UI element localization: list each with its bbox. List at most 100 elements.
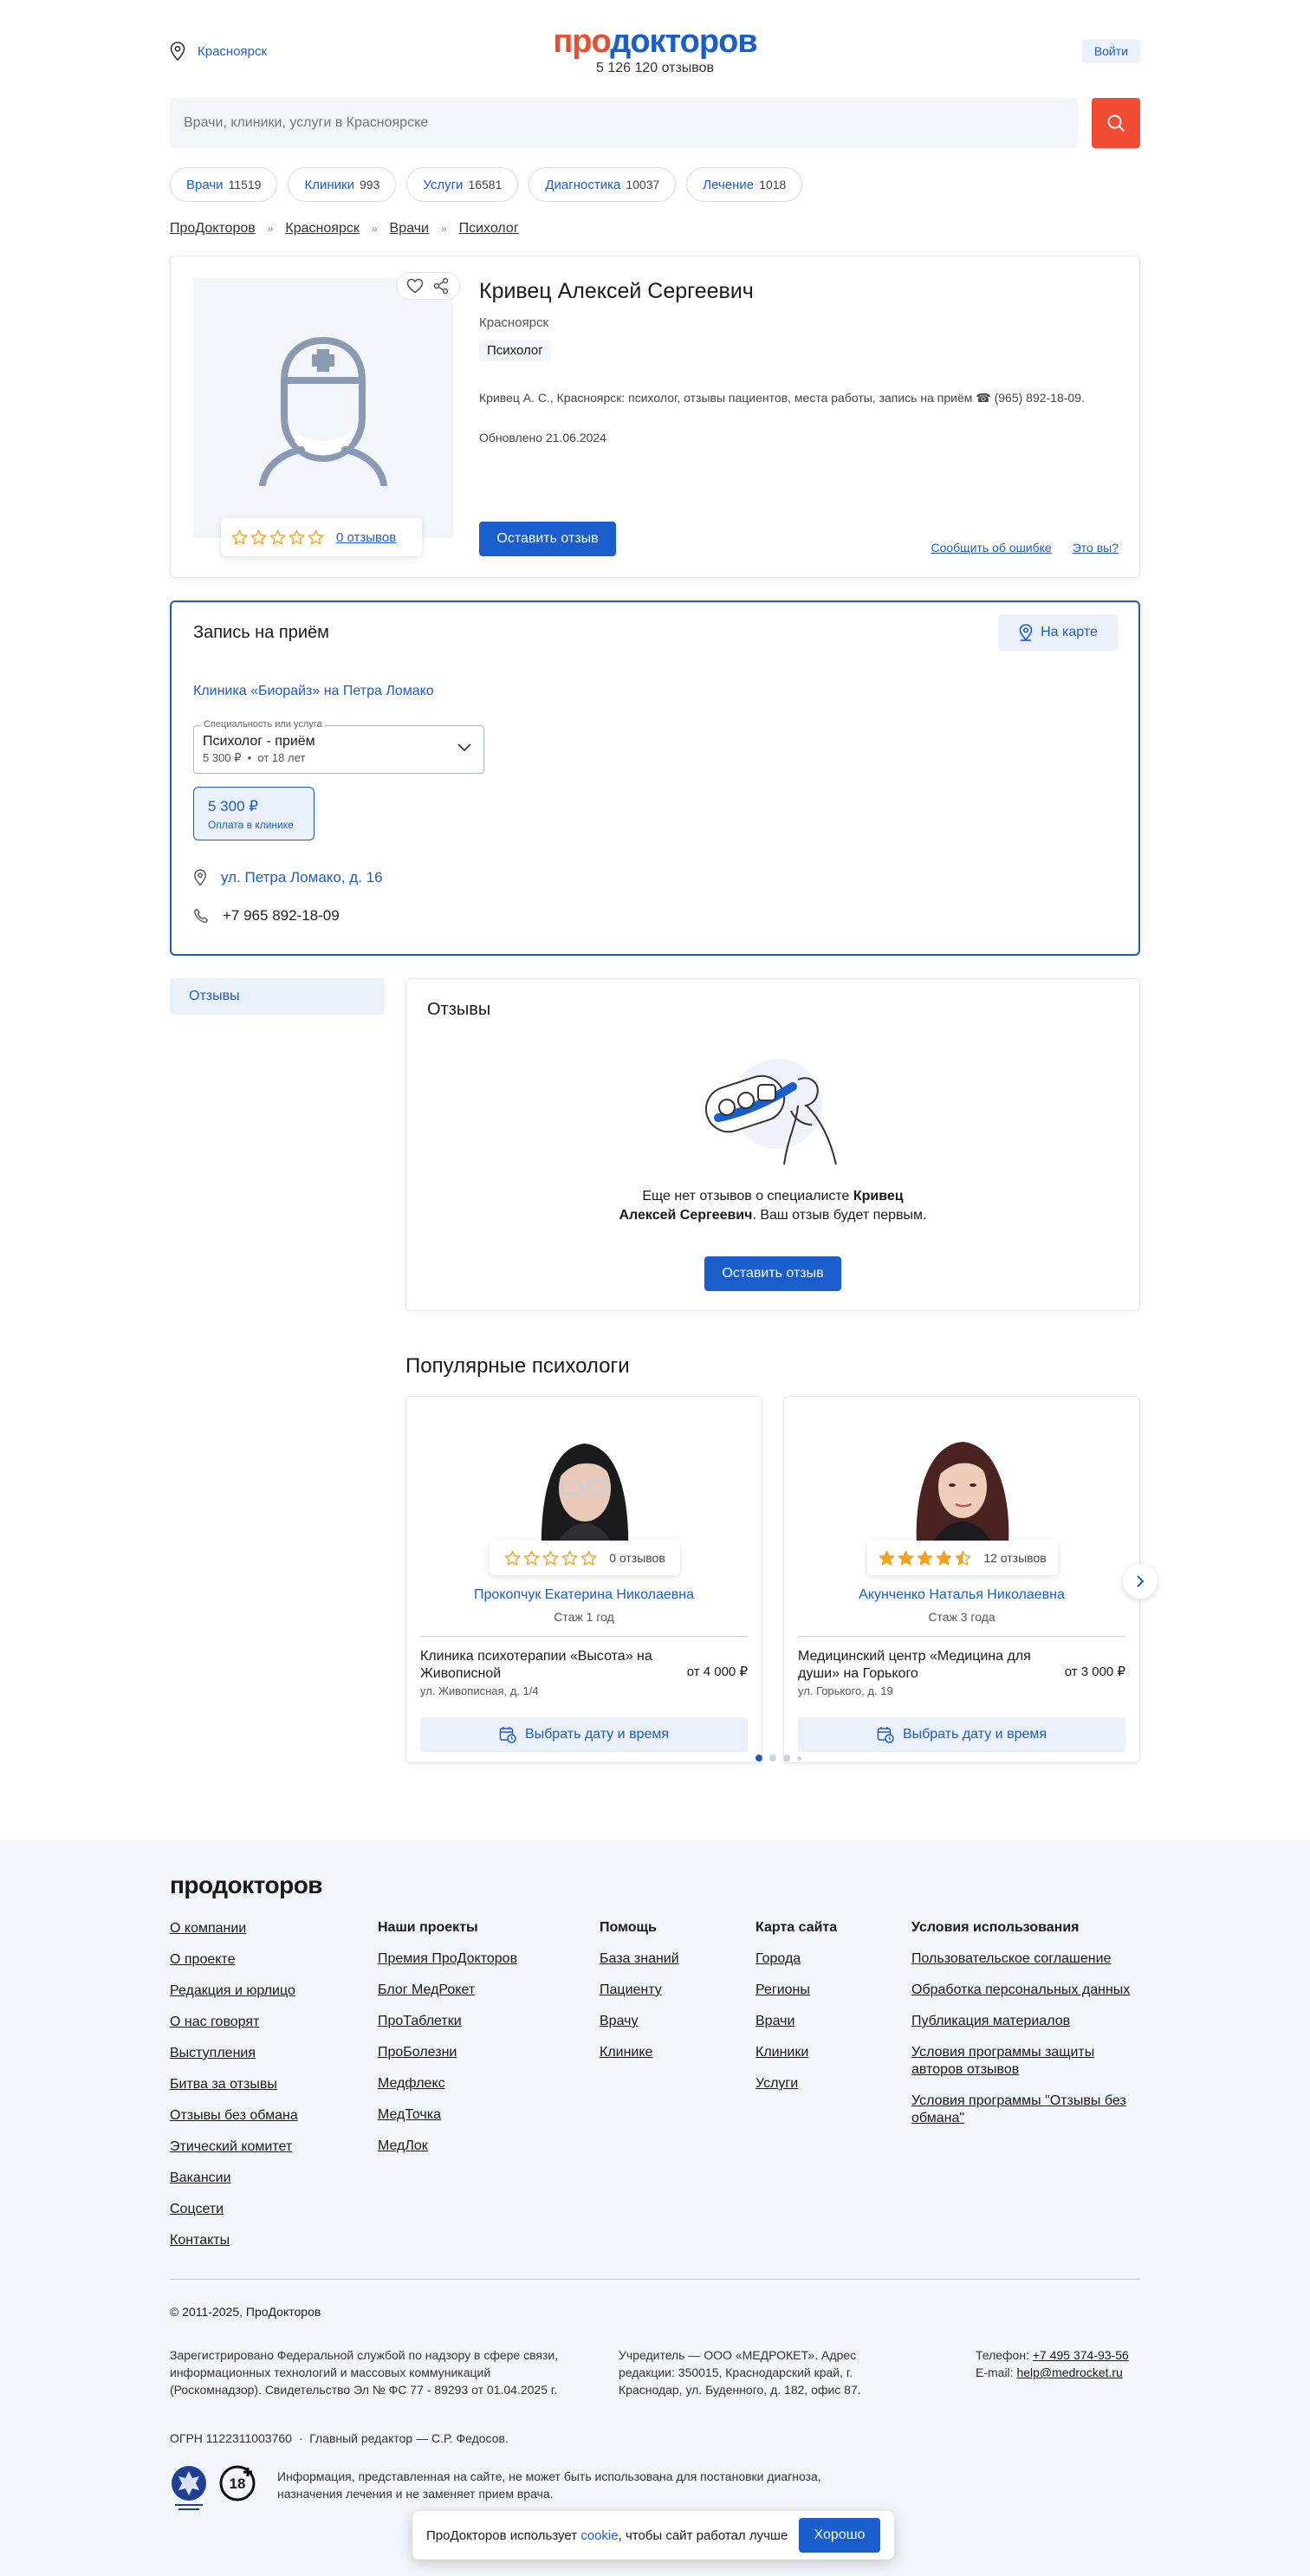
footer-phone-link[interactable]: +7 495 374-93-56 xyxy=(1033,2348,1129,2362)
carousel-dots xyxy=(756,1755,801,1762)
leave-review-button[interactable]: Оставить отзыв xyxy=(704,1256,841,1291)
logo-rest: докторов xyxy=(610,23,757,60)
search-input[interactable] xyxy=(170,98,1078,148)
map-button[interactable]: На карте xyxy=(998,614,1118,651)
footer-link[interactable]: Отзывы без обмана xyxy=(170,2107,298,2125)
heart-icon[interactable] xyxy=(406,278,424,294)
breadcrumb-item[interactable]: Врачи xyxy=(390,221,429,237)
choose-date-button[interactable]: Выбрать дату и время xyxy=(420,1717,748,1752)
footer-link[interactable]: Врачу xyxy=(600,2013,679,2030)
price-option[interactable]: 5 300 ₽ Оплата в клинике xyxy=(193,787,315,840)
reviews-title: Отзывы xyxy=(427,1000,491,1019)
chip-doctors[interactable]: Врачи 11519 xyxy=(170,167,278,202)
footer-link[interactable]: Услуги xyxy=(756,2075,837,2093)
city-selector[interactable]: Красноярск xyxy=(170,42,267,61)
reviews-section: Отзывы Отзывы Еще нет отзывов о специали… xyxy=(170,978,1158,1775)
star-icon xyxy=(289,529,305,545)
footer-link[interactable]: О компании xyxy=(170,1920,298,1937)
footer-link[interactable]: МедЛок xyxy=(378,2138,517,2155)
sidebar-item-reviews[interactable]: Отзывы xyxy=(170,978,385,1015)
chip-count: 16581 xyxy=(468,178,503,191)
footer-link[interactable]: База знаний xyxy=(600,1950,679,1968)
star-icon xyxy=(250,529,267,545)
footer-link[interactable]: Клинике xyxy=(600,2044,679,2061)
choose-date-button[interactable]: Выбрать дату и время xyxy=(798,1717,1125,1752)
footer-link[interactable]: Условия программы защиты авторов отзывов xyxy=(911,2044,1140,2079)
map-pin-icon xyxy=(1019,624,1033,641)
footer-link[interactable]: Города xyxy=(756,1950,837,1968)
chip-services[interactable]: Услуги 16581 xyxy=(406,167,519,202)
carousel-dot[interactable] xyxy=(769,1755,776,1762)
footer-link[interactable]: Врачи xyxy=(756,2013,837,2030)
footer-link[interactable]: О нас говорят xyxy=(170,2014,298,2031)
select-price: 5 300 ₽ xyxy=(203,751,242,764)
clinic-link[interactable]: Клиника «Биорайз» на Петра Ломако xyxy=(193,684,434,699)
footer-link[interactable]: Этический комитет xyxy=(170,2138,298,2156)
footer-col-company: О компании О проекте Редакция и юрлицо О… xyxy=(170,1920,298,2263)
cookie-link[interactable]: cookie xyxy=(580,2528,618,2543)
leave-review-button[interactable]: Оставить отзыв xyxy=(479,522,616,556)
doctor-name-link[interactable]: Прокопчук Екатерина Николаевна xyxy=(406,1587,762,1603)
footer-link[interactable]: Публикация материалов xyxy=(911,2013,1140,2030)
footer-link[interactable]: О проекте xyxy=(170,1951,298,1969)
phone-row[interactable]: +7 965 892-18-09 xyxy=(193,907,340,925)
service-select[interactable]: Специальность или услуга Психолог - приё… xyxy=(193,719,484,774)
clinic-address: ул. Петра Ломако, д. 16 xyxy=(221,869,383,886)
footer-link[interactable]: Медфлекс xyxy=(378,2075,517,2093)
breadcrumb-item[interactable]: Красноярск xyxy=(285,221,359,237)
doctor-rating: 12 отзывов xyxy=(867,1541,1058,1575)
footer-link[interactable]: Выступления xyxy=(170,2045,298,2062)
carousel-dot[interactable] xyxy=(756,1755,762,1762)
contacts-info: Телефон: +7 495 374-93-56 E-mail: help@m… xyxy=(976,2346,1140,2381)
carousel-next-button[interactable] xyxy=(1123,1564,1158,1599)
footer-col-help: Помощь База знаний Пациенту Врачу Клиник… xyxy=(600,1920,679,2075)
footer-link[interactable]: Обработка персональных данных xyxy=(911,1982,1140,1999)
footer-email-link[interactable]: help@medrocket.ru xyxy=(1016,2365,1122,2379)
address-row[interactable]: ул. Петра Ломако, д. 16 xyxy=(193,869,383,886)
footer-link[interactable]: Битва за отзывы xyxy=(170,2076,298,2093)
doctor-rating: 0 отзывов xyxy=(221,518,422,556)
chip-label: Лечение xyxy=(703,177,755,192)
cookie-accept-button[interactable]: Хорошо xyxy=(799,2518,880,2553)
clinic-name[interactable]: Клиника психотерапии «Высота» на Живопис… xyxy=(420,1648,671,1683)
footer-link[interactable]: Вакансии xyxy=(170,2170,298,2187)
specialty-badge[interactable]: Психолог xyxy=(479,340,551,361)
chip-diagnostics[interactable]: Диагностика 10037 xyxy=(529,167,677,202)
footer-logo[interactable]: продокторов xyxy=(170,1872,323,1899)
reviews-count-link[interactable]: 0 отзывов xyxy=(336,530,396,545)
footer-link[interactable]: Премия ПроДокторов xyxy=(378,1950,517,1968)
footer-link[interactable]: Клиники xyxy=(756,2044,837,2061)
footer-link[interactable]: МедТочка xyxy=(378,2106,517,2124)
footer-heading: Карта сайта xyxy=(756,1920,838,1935)
footer-link[interactable]: Условия программы "Отзывы без обмана" xyxy=(911,2093,1140,2127)
footer-link[interactable]: Пользовательское соглашение xyxy=(911,1950,1140,1968)
footer-link[interactable]: ПроБолезни xyxy=(378,2044,517,2061)
footer-link[interactable]: Регионы xyxy=(756,1982,837,1999)
footer-link[interactable]: Контакты xyxy=(170,2232,298,2249)
search-button[interactable] xyxy=(1092,98,1140,148)
login-button[interactable]: Войти xyxy=(1081,39,1140,63)
footer-link[interactable]: Редакция и юрлицо xyxy=(170,1982,298,2000)
ministry-emblem-icon xyxy=(172,2466,206,2510)
chip-clinics[interactable]: Клиники 993 xyxy=(288,167,397,202)
star-rating xyxy=(879,1550,974,1566)
carousel-dot[interactable] xyxy=(797,1755,801,1761)
is-it-you-link[interactable]: Это вы? xyxy=(1073,541,1119,555)
breadcrumb-item[interactable]: Психолог xyxy=(459,221,519,237)
popular-doctor-card[interactable]: 12 отзывов Акунченко Наталья Николаевна … xyxy=(783,1396,1140,1763)
footer-link[interactable]: Блог МедРокет xyxy=(378,1982,517,1999)
share-icon[interactable] xyxy=(432,277,450,295)
logo[interactable]: продокторов 5 126 120 отзывов xyxy=(553,23,757,76)
footer-link[interactable]: Пациенту xyxy=(600,1982,679,1999)
footer-link[interactable]: Соцсети xyxy=(170,2201,298,2218)
report-error-link[interactable]: Сообщить об ошибке xyxy=(931,541,1051,555)
price-value: 5 300 ₽ xyxy=(208,798,259,814)
popular-doctor-card[interactable]: 0 отзывов Прокопчук Екатерина Николаевна… xyxy=(405,1396,762,1763)
chevron-right-icon: » xyxy=(440,223,447,235)
footer-link[interactable]: ПроТаблетки xyxy=(378,2013,517,2030)
clinic-name[interactable]: Медицинский центр «Медицина для души» на… xyxy=(798,1648,1049,1683)
doctor-name-link[interactable]: Акунченко Наталья Николаевна xyxy=(784,1587,1139,1603)
breadcrumb-item[interactable]: ПроДокторов xyxy=(170,221,256,237)
chip-treatment[interactable]: Лечение 1018 xyxy=(686,167,803,202)
carousel-dot[interactable] xyxy=(783,1755,790,1762)
